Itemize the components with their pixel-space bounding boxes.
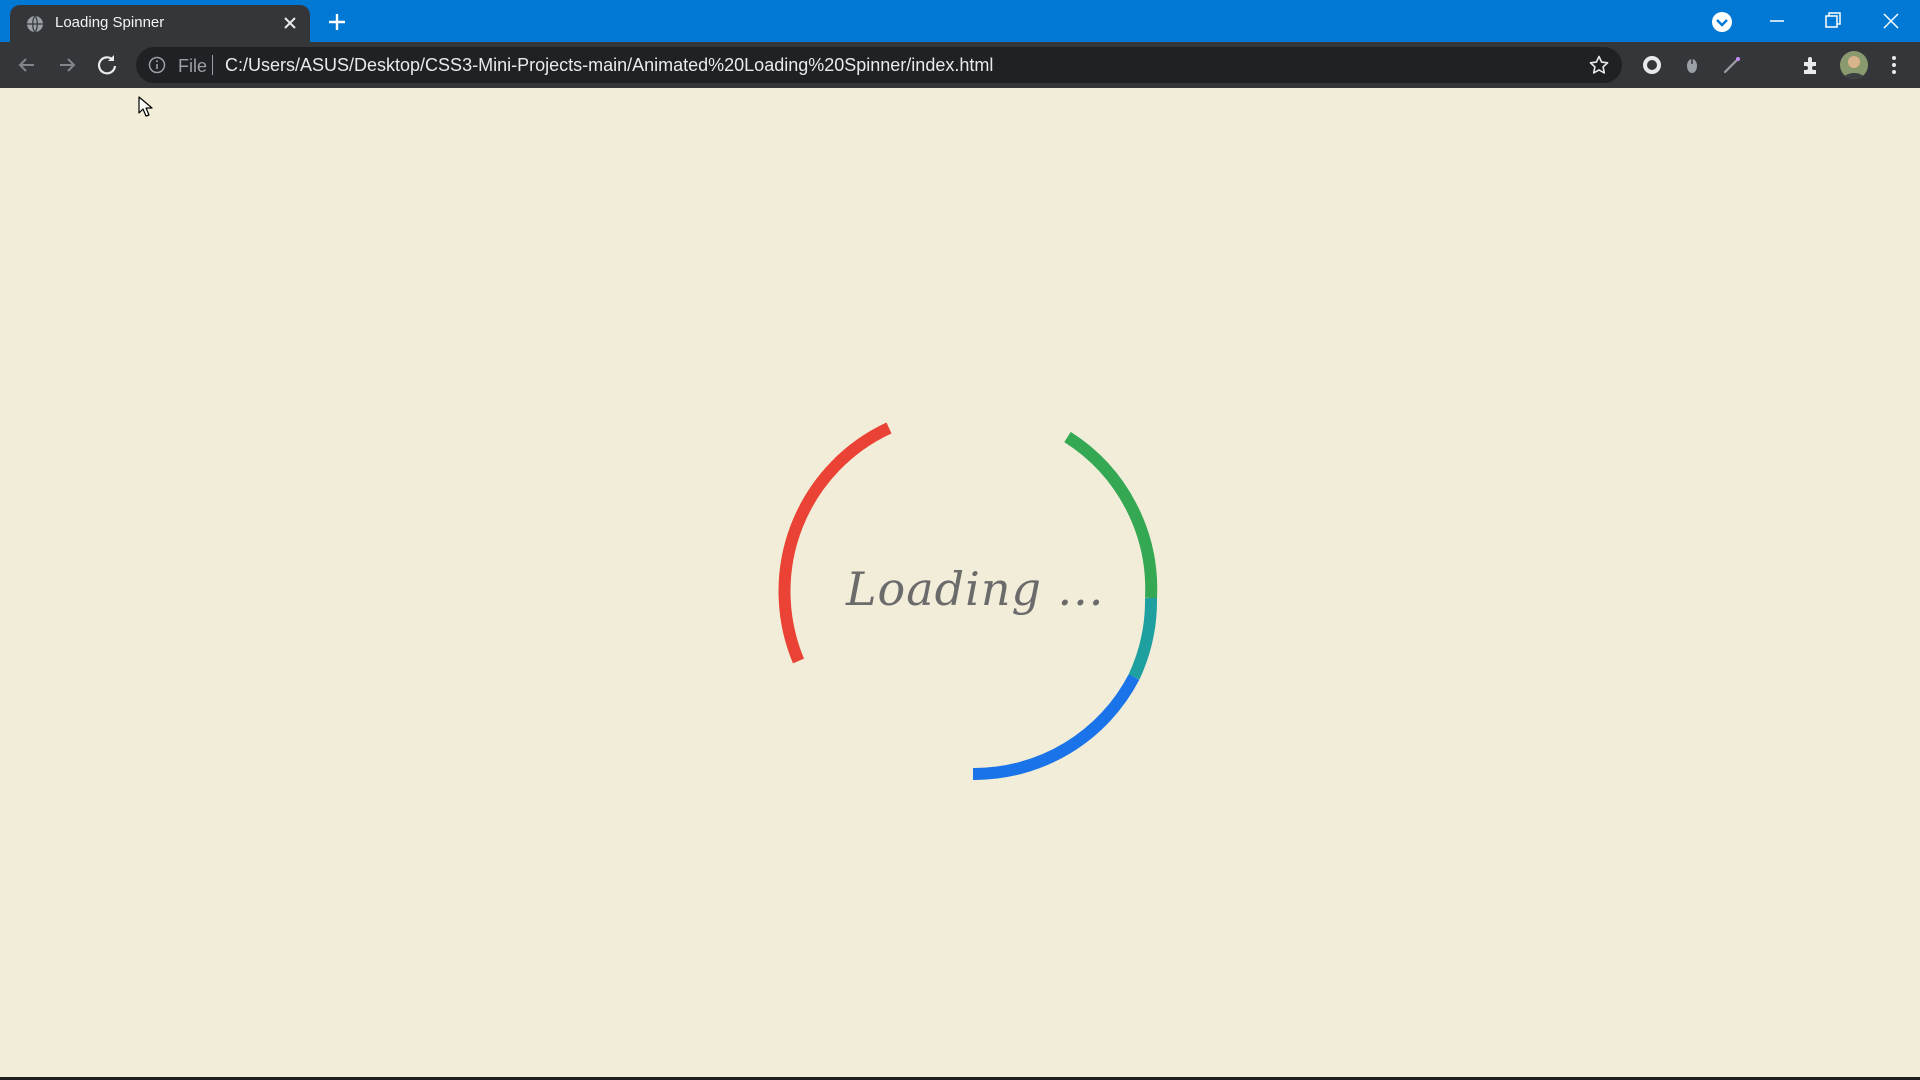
back-icon[interactable] [14, 52, 40, 78]
loading-text: Loading ... [846, 562, 1105, 616]
browser-toolbar: File C:/Users/ASUS/Desktop/CSS3-Mini-Pro… [0, 42, 1920, 88]
scheme-divider [212, 55, 213, 75]
mouse-cursor-icon [138, 96, 153, 117]
close-tab-icon[interactable] [280, 13, 300, 33]
loading-spinner [778, 422, 1158, 781]
restore-icon[interactable] [1818, 6, 1848, 36]
extension-pen-icon[interactable] [1720, 53, 1744, 77]
menu-kebab-icon[interactable] [1882, 53, 1906, 77]
avatar[interactable] [1840, 51, 1868, 79]
tab-search-icon[interactable] [1707, 6, 1737, 36]
extension-circle-icon[interactable] [1640, 53, 1664, 77]
spinner-arc-blue [972, 674, 1140, 781]
scheme-label: File [178, 56, 208, 76]
tab-title: Loading Spinner [55, 14, 165, 31]
bookmark-star-icon[interactable] [1588, 54, 1610, 76]
tab-strip: Loading Spinner [0, 0, 1920, 42]
close-window-icon[interactable] [1876, 6, 1906, 36]
url-text[interactable]: C:/Users/ASUS/Desktop/CSS3-Mini-Projects… [225, 55, 993, 76]
globe-icon [27, 15, 43, 33]
spinner-arc-red-stroke [778, 422, 892, 664]
reload-icon[interactable] [94, 52, 120, 78]
forward-icon[interactable] [54, 52, 80, 78]
profile-avatar-icon [1840, 51, 1868, 79]
extensions-puzzle-icon[interactable] [1800, 53, 1824, 77]
info-icon[interactable] [148, 56, 166, 74]
minimize-icon[interactable] [1762, 6, 1792, 36]
address-bar[interactable]: File C:/Users/ASUS/Desktop/CSS3-Mini-Pro… [136, 47, 1622, 83]
new-tab-icon[interactable] [324, 9, 350, 35]
tab-loading-spinner[interactable]: Loading Spinner [10, 5, 310, 42]
spinner-arc-teal [1128, 597, 1158, 680]
extension-mouse-icon[interactable] [1680, 53, 1704, 77]
